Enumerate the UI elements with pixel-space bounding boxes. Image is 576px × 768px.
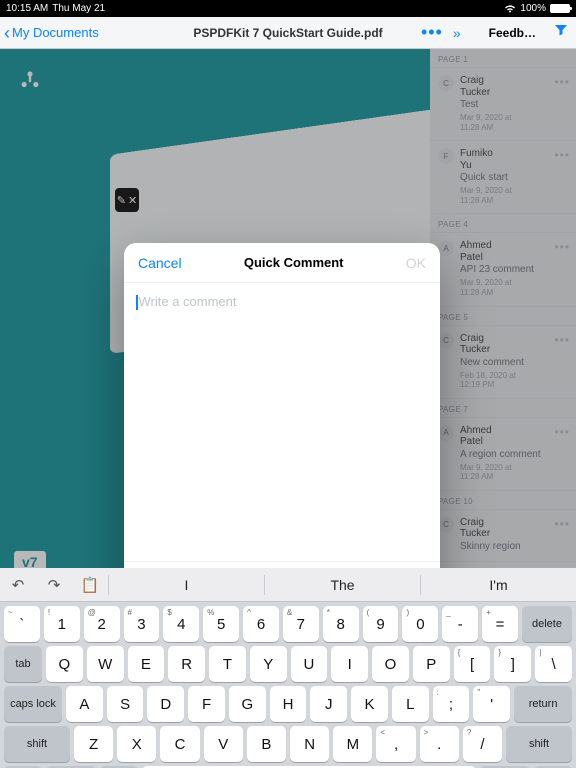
key-[[interactable]: {[: [454, 646, 491, 682]
modal-header: Cancel Quick Comment OK: [124, 243, 440, 283]
comment-input[interactable]: Write a comment: [124, 283, 440, 561]
chevron-left-icon: ‹: [4, 24, 10, 42]
key-l[interactable]: L: [392, 686, 429, 722]
key-7[interactable]: &7: [283, 606, 319, 642]
key-w[interactable]: W: [87, 646, 124, 682]
key-z[interactable]: Z: [74, 726, 113, 762]
key-h[interactable]: H: [270, 686, 307, 722]
cancel-button[interactable]: Cancel: [138, 255, 182, 271]
key-0[interactable]: )0: [402, 606, 438, 642]
key-;[interactable]: :;: [433, 686, 470, 722]
suggestion-2[interactable]: The: [265, 577, 420, 593]
feedback-tab[interactable]: Feedb…: [489, 26, 536, 40]
wifi-icon: [504, 5, 516, 13]
on-screen-keyboard: ↶ ↷ 📋 I The I'm ~`!1@2#3$4%5^6&7*8(9)0_-…: [0, 568, 576, 768]
status-date: Thu May 21: [52, 3, 105, 14]
battery-icon: [550, 4, 570, 13]
status-time: 10:15 AM: [6, 3, 48, 14]
key-'[interactable]: "': [473, 686, 510, 722]
key-5[interactable]: %5: [203, 606, 239, 642]
key-\[interactable]: |\: [535, 646, 572, 682]
key-f[interactable]: F: [188, 686, 225, 722]
filter-icon[interactable]: [554, 23, 568, 42]
ok-button[interactable]: OK: [406, 255, 426, 271]
keyboard-row-1: ~`!1@2#3$4%5^6&7*8(9)0_-+=delete: [0, 602, 576, 642]
key-`[interactable]: ~`: [4, 606, 40, 642]
key-x[interactable]: X: [117, 726, 156, 762]
battery-pct: 100%: [520, 3, 546, 14]
key-b[interactable]: B: [247, 726, 286, 762]
key-2[interactable]: @2: [84, 606, 120, 642]
key-m[interactable]: M: [333, 726, 372, 762]
key-q[interactable]: Q: [46, 646, 83, 682]
key-s[interactable]: S: [107, 686, 144, 722]
key-6[interactable]: ^6: [243, 606, 279, 642]
redo-button[interactable]: ↷: [36, 568, 72, 602]
back-label: My Documents: [12, 25, 99, 40]
key-8[interactable]: *8: [323, 606, 359, 642]
more-icon[interactable]: •••: [421, 22, 443, 43]
key-=[interactable]: +=: [482, 606, 518, 642]
key-3[interactable]: #3: [124, 606, 160, 642]
key-g[interactable]: G: [229, 686, 266, 722]
clipboard-button[interactable]: 📋: [72, 568, 108, 602]
keyboard-row-4: shiftZXCVBNM<,>.?/shift: [0, 722, 576, 762]
modal-title: Quick Comment: [244, 255, 344, 270]
key-d[interactable]: D: [147, 686, 184, 722]
key-4[interactable]: $4: [163, 606, 199, 642]
keyboard-row-5: ☺.?123🎤.?123⌨: [0, 762, 576, 768]
key-][interactable]: }]: [494, 646, 531, 682]
nav-bar: ‹ My Documents PSPDFKit 7 QuickStart Gui…: [0, 17, 576, 49]
key-e[interactable]: E: [128, 646, 165, 682]
suggestion-bar: ↶ ↷ 📋 I The I'm: [0, 568, 576, 602]
key-1[interactable]: !1: [44, 606, 80, 642]
back-button[interactable]: ‹ My Documents: [0, 24, 99, 42]
key-k[interactable]: K: [351, 686, 388, 722]
status-bar: 10:15 AM Thu May 21 100%: [0, 0, 576, 17]
key-shift[interactable]: shift: [4, 726, 70, 762]
text-cursor: [136, 295, 138, 310]
undo-button[interactable]: ↶: [0, 568, 36, 602]
key-j[interactable]: J: [310, 686, 347, 722]
key-v[interactable]: V: [204, 726, 243, 762]
forward-icon[interactable]: »: [453, 25, 461, 41]
comment-placeholder: Write a comment: [139, 294, 237, 309]
key-u[interactable]: U: [291, 646, 328, 682]
key-.[interactable]: >.: [420, 726, 459, 762]
key-n[interactable]: N: [290, 726, 329, 762]
content-area: ✎✕ v7 QuickSt Guide PAGE 1CCraigTuckerTe…: [0, 49, 576, 768]
key-return[interactable]: return: [514, 686, 572, 722]
key-/[interactable]: ?/: [463, 726, 502, 762]
suggestion-3[interactable]: I'm: [421, 577, 576, 593]
key-9[interactable]: (9: [363, 606, 399, 642]
key-c[interactable]: C: [160, 726, 199, 762]
key-shift[interactable]: shift: [506, 726, 572, 762]
key-,[interactable]: <,: [376, 726, 415, 762]
key-t[interactable]: T: [209, 646, 246, 682]
key-p[interactable]: P: [413, 646, 450, 682]
keyboard-row-2: tabQWERTYUIOP{[}]|\: [0, 642, 576, 682]
key-o[interactable]: O: [372, 646, 409, 682]
suggestion-1[interactable]: I: [109, 577, 264, 593]
key--[interactable]: _-: [442, 606, 478, 642]
key-i[interactable]: I: [331, 646, 368, 682]
key-delete[interactable]: delete: [522, 606, 572, 642]
key-capslock[interactable]: caps lock: [4, 686, 62, 722]
key-a[interactable]: A: [66, 686, 103, 722]
key-r[interactable]: R: [168, 646, 205, 682]
key-y[interactable]: Y: [250, 646, 287, 682]
key-tab[interactable]: tab: [4, 646, 42, 682]
keyboard-row-3: caps lockASDFGHJKL:;"'return: [0, 682, 576, 722]
